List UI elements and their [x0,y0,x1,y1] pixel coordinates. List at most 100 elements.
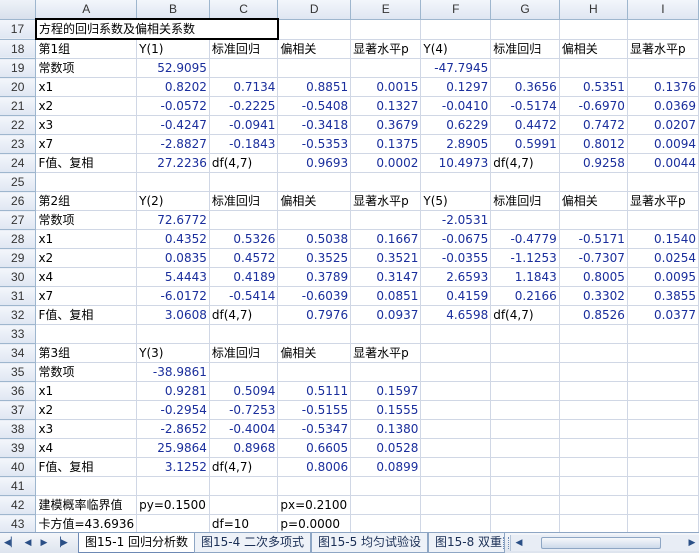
cell[interactable]: -0.4247 [136,115,210,135]
cell[interactable] [277,476,352,496]
cell[interactable]: 偏相关 [277,343,352,363]
cell[interactable]: x3 [35,419,138,439]
cell[interactable] [277,172,352,192]
cell[interactable]: 显著水平p [350,39,422,59]
cell[interactable] [627,476,699,496]
cell[interactable] [627,19,699,40]
cell[interactable] [627,343,699,363]
cell[interactable]: -0.5171 [559,229,628,249]
row-header[interactable]: 20 [0,77,37,97]
cell[interactable] [35,476,138,496]
cell[interactable]: -2.0531 [420,210,492,230]
row-header[interactable]: 37 [0,400,37,420]
sheet-tab[interactable]: 图15-5 均匀试验设 [311,533,429,553]
cell[interactable]: Y(1) [136,39,210,59]
cell[interactable] [209,58,279,78]
cell[interactable]: 0.4189 [209,267,279,287]
cell[interactable]: 0.7472 [559,115,628,135]
cell[interactable]: -47.7945 [420,58,492,78]
cell[interactable]: -0.5155 [277,400,352,420]
cell[interactable]: 偏相关 [559,191,628,211]
cell[interactable] [559,324,628,344]
cell[interactable]: -0.2954 [136,400,210,420]
cell[interactable]: 第2组 [35,191,138,211]
cell[interactable]: 5.4443 [136,267,210,287]
cell[interactable] [627,514,699,532]
cell[interactable]: 0.7134 [209,77,279,97]
cell[interactable] [490,495,560,515]
cell[interactable]: 标准回归 [209,343,279,363]
cell[interactable]: 0.1380 [350,419,422,439]
column-header[interactable]: E [350,0,422,20]
cell[interactable]: Y(2) [136,191,210,211]
cell[interactable]: 建模概率临界值 [35,495,138,515]
cell[interactable]: 0.5038 [277,229,352,249]
sheet-tab[interactable]: 图15-4 二次多项式 [194,533,312,553]
cell[interactable]: -0.5353 [277,134,352,154]
select-all-corner[interactable] [0,0,37,20]
row-header[interactable]: 32 [0,305,37,325]
cell[interactable]: 0.2166 [490,286,560,306]
cell[interactable]: 2.8905 [420,134,492,154]
cell[interactable]: 0.8526 [559,305,628,325]
cell[interactable]: 0.0207 [627,115,699,135]
cell[interactable]: 0.8202 [136,77,210,97]
next-sheet-icon[interactable]: ▶ [38,536,50,550]
cell[interactable]: df(4,7) [209,457,279,477]
cell[interactable]: x1 [35,381,138,401]
cell[interactable]: -0.3418 [277,115,352,135]
cell[interactable]: 第1组 [35,39,138,59]
cell[interactable]: df(4,7) [209,305,279,325]
cell[interactable] [350,58,422,78]
cell[interactable]: 0.1375 [350,134,422,154]
cell[interactable] [350,210,422,230]
cell[interactable]: -0.6039 [277,286,352,306]
column-header[interactable]: C [209,0,279,20]
cell[interactable]: -0.6970 [559,96,628,116]
row-header[interactable]: 24 [0,153,37,173]
cell[interactable]: 0.5351 [559,77,628,97]
cell[interactable] [136,324,210,344]
cell[interactable] [420,457,492,477]
cell[interactable]: 0.9693 [277,153,352,173]
cell[interactable]: 方程的回归系数及偏相关系数 [34,18,279,40]
cell[interactable]: 0.1667 [350,229,422,249]
cell[interactable] [277,19,352,40]
cell[interactable] [490,400,560,420]
row-header[interactable]: 21 [0,96,37,116]
cell[interactable] [559,210,628,230]
column-header[interactable]: A [35,0,138,20]
cell[interactable] [350,495,422,515]
cell[interactable]: 0.0369 [627,96,699,116]
cell[interactable] [559,343,628,363]
row-header[interactable]: 22 [0,115,37,135]
cell[interactable]: 0.0094 [627,134,699,154]
cell[interactable] [490,381,560,401]
prev-sheet-icon[interactable]: ◀ [22,536,34,550]
last-sheet-icon[interactable]: ▕▶ [54,536,68,550]
cell[interactable] [420,19,492,40]
cell[interactable]: F值、复相 [35,457,138,477]
cell[interactable] [35,172,138,192]
sheet-tab[interactable]: 图15-1 回归分析数 [78,533,196,553]
cell[interactable] [490,476,560,496]
cell[interactable]: 0.3855 [627,286,699,306]
cell[interactable]: 0.6229 [420,115,492,135]
cell[interactable]: -0.2225 [209,96,279,116]
cell[interactable] [559,438,628,458]
cell[interactable] [420,438,492,458]
cell[interactable] [350,476,422,496]
column-header[interactable]: B [136,0,210,20]
row-header[interactable]: 23 [0,134,37,154]
cell[interactable]: 72.6772 [136,210,210,230]
cell[interactable]: 0.0015 [350,77,422,97]
cell[interactable] [490,210,560,230]
cell[interactable]: x2 [35,248,138,268]
cell[interactable]: df(4,7) [490,305,560,325]
cell[interactable]: 0.3789 [277,267,352,287]
cell[interactable] [420,381,492,401]
cell[interactable]: Y(4) [420,39,492,59]
cell[interactable]: 0.1555 [350,400,422,420]
cell[interactable]: -0.0572 [136,96,210,116]
cell[interactable] [627,324,699,344]
